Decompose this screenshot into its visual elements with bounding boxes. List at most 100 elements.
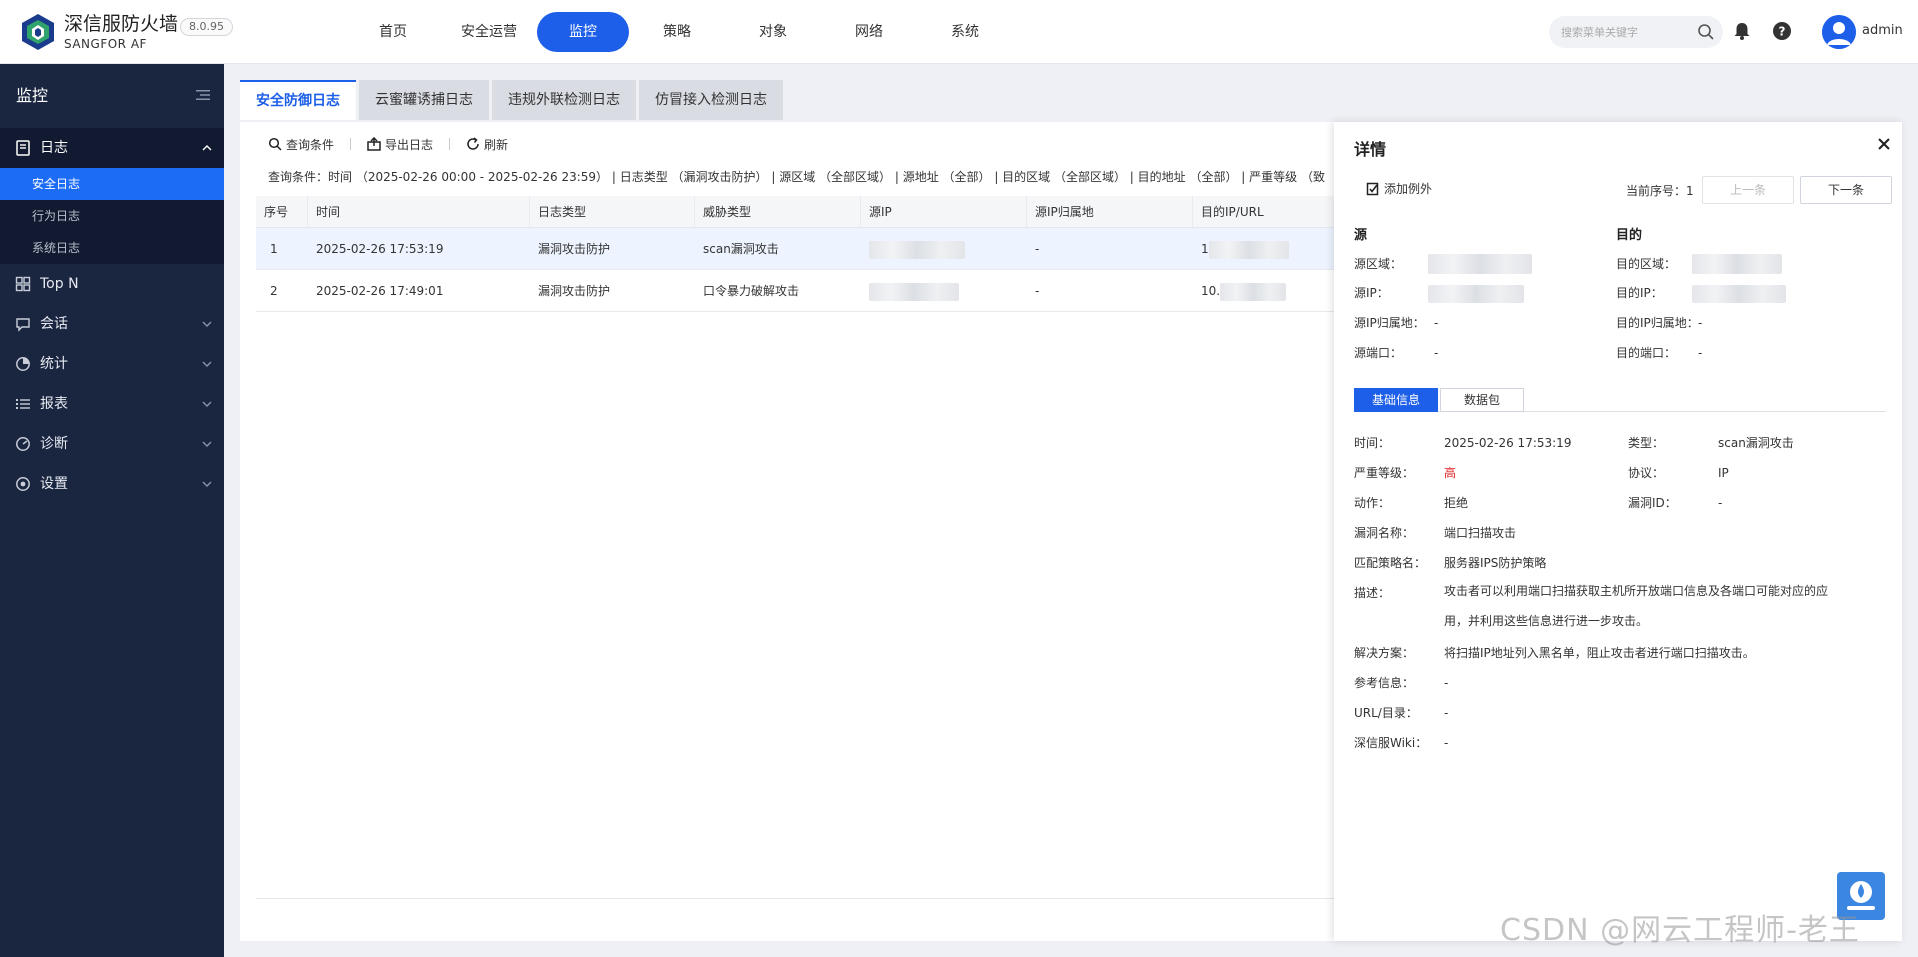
col-time[interactable]: 时间 <box>308 196 530 227</box>
cell-dst-ip: 1 <box>1193 228 1348 269</box>
tab-outbound-log[interactable]: 违规外联检测日志 <box>492 80 636 120</box>
cell-time: 2025-02-26 17:53:19 <box>316 242 444 256</box>
tab-spoof-log[interactable]: 仿冒接入检测日志 <box>639 80 783 120</box>
url-label: URL/目录： <box>1354 706 1418 720</box>
dst-port-value: - <box>1698 346 1703 360</box>
cell-log-type: 漏洞攻击防护 <box>538 284 611 298</box>
sidebar-item-security-log[interactable]: 安全日志 <box>0 168 224 200</box>
log-file-icon <box>16 140 30 156</box>
protocol-field: 协议： IP <box>1628 464 1729 481</box>
collapse-menu-icon[interactable] <box>196 89 210 101</box>
dst-zone-label: 目的区域： <box>1616 256 1677 271</box>
chevron-down-icon <box>202 321 212 327</box>
cell-threat-type: 口令暴力破解攻击 <box>703 284 800 298</box>
sidebar-group-session[interactable]: 会话 <box>0 304 224 344</box>
query-button[interactable]: 查询条件 <box>268 136 334 153</box>
src-port-label: 源端口： <box>1354 346 1403 360</box>
cell-src-location: - <box>1035 284 1040 298</box>
src-ip: 源IP： <box>1354 284 1524 303</box>
type-field: 类型： scan漏洞攻击 <box>1628 434 1794 451</box>
table-row[interactable]: 1 2025-02-26 17:53:19 漏洞攻击防护 scan漏洞攻击 - … <box>256 228 1348 270</box>
brand-sub: SANGFOR AF <box>64 37 147 51</box>
nav-policy[interactable]: 策略 <box>629 12 725 52</box>
col-src-ip[interactable]: 源IP <box>861 196 1027 227</box>
tab-basic-info[interactable]: 基础信息 <box>1354 388 1438 412</box>
redacted-blur <box>1692 254 1782 274</box>
search-icon[interactable] <box>1697 23 1715 41</box>
nav-network[interactable]: 网络 <box>821 12 917 52</box>
bell-icon[interactable] <box>1731 20 1753 42</box>
sidebar-group-label: 设置 <box>40 476 68 492</box>
redacted-blur <box>1428 254 1532 274</box>
sidebar-group-settings[interactable]: 设置 <box>0 464 224 504</box>
wiki-field: 深信服Wiki： - <box>1354 734 1448 751</box>
username[interactable]: admin <box>1862 23 1903 38</box>
brand-name: 深信服防火墙 <box>64 13 179 35</box>
tab-packet[interactable]: 数据包 <box>1440 388 1524 412</box>
desc-label: 描述： <box>1354 586 1391 600</box>
chevron-down-icon <box>202 481 212 487</box>
tab-defense-log[interactable]: 安全防御日志 <box>240 80 356 120</box>
current-index: 当前序号：1 <box>1626 182 1694 199</box>
export-label: 导出日志 <box>385 137 434 152</box>
sidebar-group-report[interactable]: 报表 <box>0 384 224 424</box>
vuln-id-label: 漏洞ID： <box>1628 496 1677 510</box>
policy-value: 服务器IPS防护策略 <box>1444 556 1547 570</box>
severity-label: 严重等级： <box>1354 466 1415 480</box>
redacted-blur <box>869 282 959 301</box>
col-threat-type[interactable]: 威胁类型 <box>695 196 861 227</box>
ref-value: - <box>1444 676 1449 690</box>
protocol-label: 协议： <box>1628 466 1665 480</box>
add-exception-button[interactable]: 添加例外 <box>1366 180 1432 197</box>
sidebar-group-log[interactable]: 日志 <box>0 128 224 168</box>
tab-honeypot-log[interactable]: 云蜜罐诱捕日志 <box>359 80 489 120</box>
next-button[interactable]: 下一条 <box>1800 176 1892 204</box>
toolbar-divider <box>449 138 451 150</box>
refresh-button[interactable]: 刷新 <box>466 136 508 153</box>
col-dst-ip[interactable]: 目的IP/URL <box>1193 196 1348 227</box>
cell-index: 2 <box>270 284 278 298</box>
close-icon[interactable] <box>1876 136 1892 152</box>
sidebar: 监控 日志 安全日志 行为日志 系统日志 Top N 会话 统计 报表 诊断 设… <box>0 64 224 957</box>
sidebar-group-label: Top N <box>40 276 79 292</box>
cell-log-type: 漏洞攻击防护 <box>538 242 611 256</box>
grid-icon <box>15 276 31 292</box>
prev-button[interactable]: 上一条 <box>1702 176 1794 204</box>
wiki-value: - <box>1444 736 1449 750</box>
col-log-type[interactable]: 日志类型 <box>530 196 695 227</box>
sidebar-group-stats[interactable]: 统计 <box>0 344 224 384</box>
search-input[interactable] <box>1549 16 1689 48</box>
source-section-title: 源 <box>1354 228 1368 243</box>
nav-monitor[interactable]: 监控 <box>537 12 629 52</box>
nav-object[interactable]: 对象 <box>725 12 821 52</box>
help-icon[interactable]: ? <box>1771 20 1793 42</box>
sangfor-logo-icon <box>22 14 54 50</box>
solution-value: 将扫描IP地址列入黑名单，阻止攻击者进行端口扫描攻击。 <box>1444 646 1755 660</box>
chevron-up-icon <box>202 145 212 151</box>
nav-security-ops[interactable]: 安全运营 <box>441 12 537 52</box>
col-index[interactable]: 序号 <box>256 196 308 227</box>
sidebar-item-behavior-log[interactable]: 行为日志 <box>0 200 224 232</box>
sidebar-group-topn[interactable]: Top N <box>0 264 224 304</box>
nav-home[interactable]: 首页 <box>345 12 441 52</box>
solution-label: 解决方案： <box>1354 646 1415 660</box>
svg-text:?: ? <box>1779 25 1786 39</box>
sidebar-item-system-log[interactable]: 系统日志 <box>0 232 224 264</box>
user-avatar-icon[interactable] <box>1822 15 1856 49</box>
redacted-blur <box>1428 284 1524 303</box>
col-src-location[interactable]: 源IP归属地 <box>1027 196 1193 227</box>
export-icon <box>367 137 381 151</box>
dest-section-title: 目的 <box>1616 228 1643 243</box>
sidebar-group-label: 统计 <box>40 356 68 372</box>
table-footer-divider <box>256 898 1348 899</box>
vuln-id-value: - <box>1718 496 1723 510</box>
export-button[interactable]: 导出日志 <box>367 136 433 153</box>
sidebar-group-diagnose[interactable]: 诊断 <box>0 424 224 464</box>
vuln-name-field: 漏洞名称： 端口扫描攻击 <box>1354 524 1516 541</box>
nav-system[interactable]: 系统 <box>917 12 1013 52</box>
ref-label: 参考信息： <box>1354 676 1415 690</box>
add-exception-icon <box>1366 182 1379 195</box>
dst-port: 目的端口： - <box>1616 344 1702 361</box>
cell-index: 1 <box>270 242 278 256</box>
table-row[interactable]: 2 2025-02-26 17:49:01 漏洞攻击防护 口令暴力破解攻击 - … <box>256 270 1348 312</box>
